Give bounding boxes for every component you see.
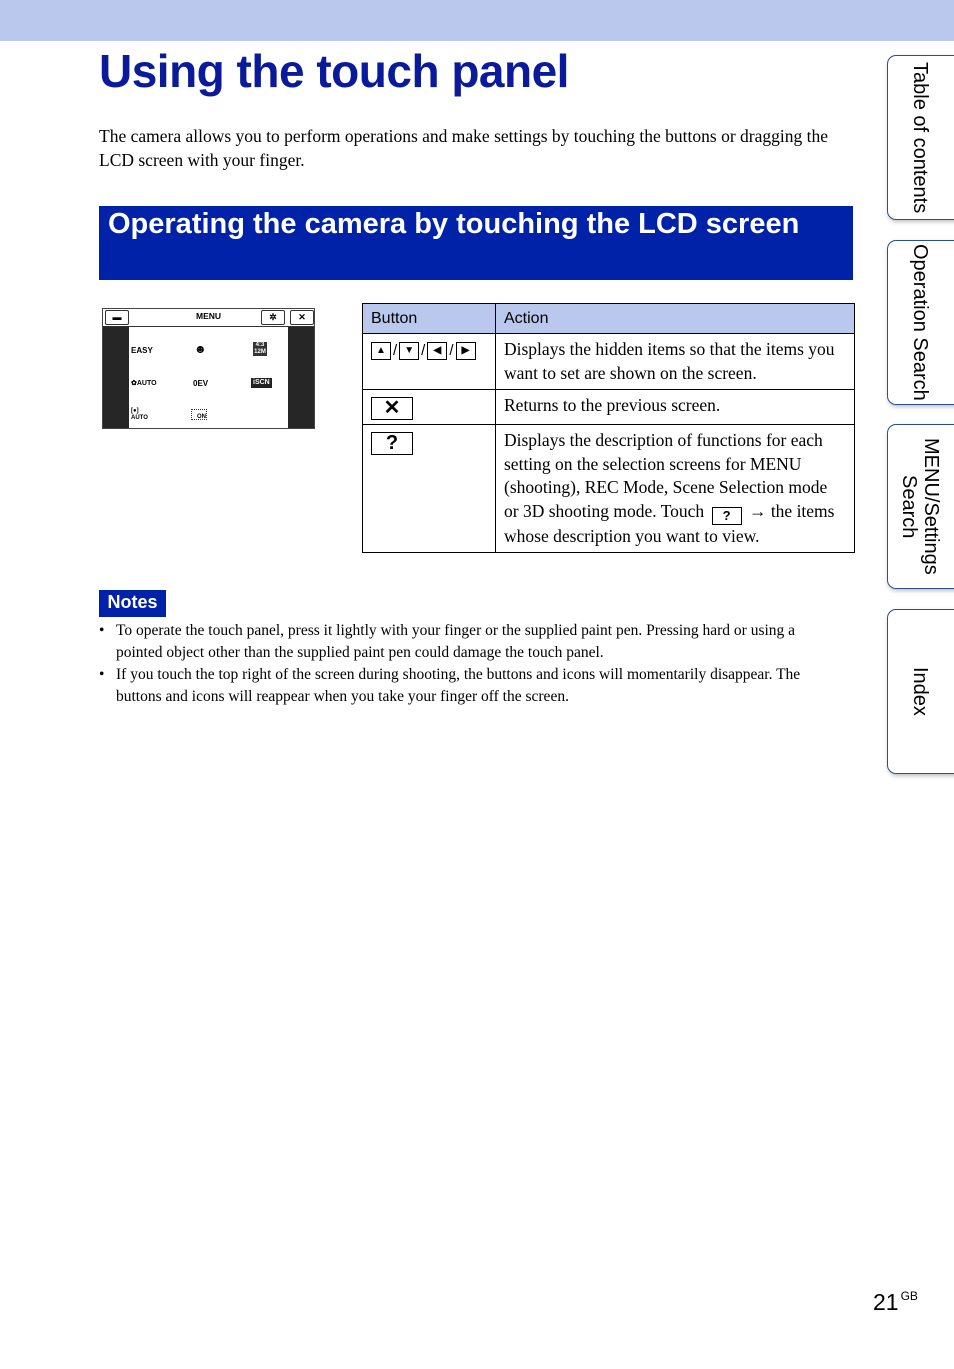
tab-label: MENU/Settings Search [898,438,942,575]
lcd-screen-illustration: ▬ MENU ✲ ✕ EASY ☻ 4:3 12M ✿AUTO 0EV iSCN… [102,308,315,429]
page-number: 21 GB [873,1289,918,1316]
page-number-suffix: GB [900,1289,918,1303]
easy-mode-item: EASY [131,346,153,355]
focus-auto-icon: [●] AUTO [131,408,148,421]
left-arrow-icon: ◀ [427,341,448,360]
tab-operation-search[interactable]: Operation Search [887,240,954,405]
button-cell: ? [362,424,496,553]
tab-index[interactable]: Index [887,609,954,774]
notes-label: Notes [99,590,166,617]
scene-recognition-icon: iSCN [251,378,272,388]
page-title: Using the touch panel [99,45,569,97]
down-arrow-icon: ▼ [399,341,420,360]
page-number-value: 21 [873,1289,899,1315]
gear-icon: ✲ [261,310,285,325]
table-row: ✕ Returns to the previous screen. [362,389,855,425]
grid-line-icon: ON [191,409,207,420]
note-item: • If you touch the top right of the scree… [99,664,844,708]
intro-paragraph: The camera allows you to perform operati… [99,126,828,170]
right-arrow-icon: ▶ [455,341,476,360]
note-text: To operate the touch panel, press it lig… [116,622,796,661]
button-cell: ▲ / ▼ / ◀ / ▶ [362,333,496,390]
tab-label: Operation Search [909,244,931,401]
tab-menu-settings-search[interactable]: MENU/Settings Search [887,424,954,589]
arrow-right-icon: → [748,500,767,521]
bullet: • [99,666,105,683]
separator: / [449,342,454,360]
separator: / [421,342,426,360]
smile-shutter-icon: ☻ [194,342,207,356]
button-cell: ✕ [362,389,496,425]
column-header-button: Button [362,303,496,334]
help-icon: ? [371,432,413,455]
section-heading: Operating the camera by touching the LCD… [99,206,853,280]
close-icon: ✕ [290,310,314,325]
up-arrow-icon: ▲ [371,341,391,360]
table-row: ▲ / ▼ / ◀ / ▶ Displays the hidden items so tha… [362,333,855,390]
tab-label: Index [909,667,931,716]
button-action-table: Button Action ▲ / ▼ / ◀ / ▶ Displays the hidde… [362,303,855,553]
macro-auto-icon: ✿AUTO [131,380,157,387]
tab-table-of-contents[interactable]: Table of contents [887,55,954,220]
table-header-row: Button Action [362,303,855,334]
lcd-left-panel [103,327,129,428]
action-cell: Displays the hidden items so that the it… [495,333,855,390]
lcd-right-panel [288,327,314,428]
action-cell: Displays the description of functions fo… [495,424,855,553]
image-size-icon: 4:3 12M [253,342,267,356]
table-row: ? Displays the description of functions … [362,424,855,553]
header-bar [0,0,954,41]
exposure-icon: 0EV [193,379,209,388]
action-cell: Returns to the previous screen. [495,389,855,425]
note-item: • To operate the touch panel, press it li… [99,620,844,664]
help-icon: ? [711,506,742,525]
bullet: • [99,622,105,639]
note-text: If you touch the top right of the screen… [116,666,801,705]
close-icon: ✕ [371,397,413,420]
column-header-action: Action [495,303,855,334]
separator: / [393,342,398,360]
lcd-menu-bar: ▬ MENU ✲ ✕ [103,309,314,327]
tab-label: Table of contents [909,61,931,214]
notes-list: • To operate the touch panel, press it li… [99,620,844,708]
